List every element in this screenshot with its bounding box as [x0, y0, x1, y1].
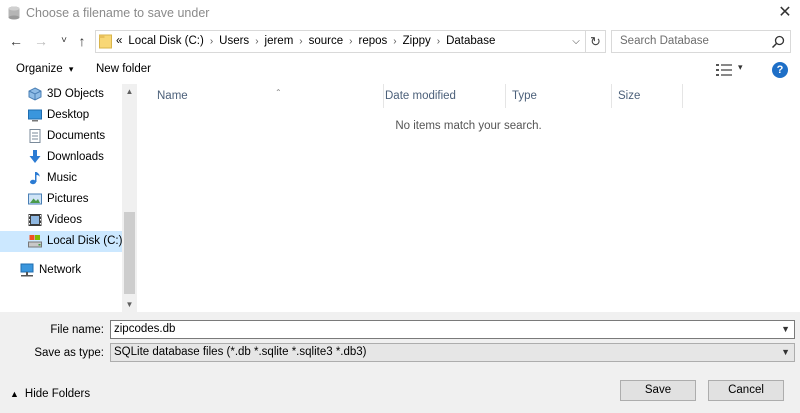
- videos-icon: [28, 214, 42, 226]
- nav-item-label: Music: [47, 172, 78, 184]
- pictures-icon: [28, 193, 42, 205]
- address-row: ← → ˅ ↑ « Local Disk (C:) › Users › jere…: [0, 28, 800, 56]
- organize-label: Organize: [16, 63, 63, 75]
- scroll-up-icon[interactable]: ▲: [122, 84, 137, 99]
- nav-item-label: Pictures: [47, 193, 89, 205]
- network-icon: [20, 263, 34, 277]
- recent-locations-button[interactable]: ˅: [56, 33, 72, 49]
- breadcrumb-item[interactable]: Local Disk (C:): [128, 31, 203, 52]
- chevron-down-icon[interactable]: ⌵: [568, 31, 584, 52]
- nav-item-downloads[interactable]: Downloads: [0, 147, 123, 168]
- search-placeholder: Search Database: [620, 35, 709, 47]
- title-bar: Choose a filename to save under ✕: [0, 0, 800, 28]
- scrollbar-thumb[interactable]: [124, 212, 135, 294]
- music-icon: [30, 172, 40, 185]
- nav-item-documents[interactable]: Documents: [0, 126, 123, 147]
- save-button[interactable]: Save: [620, 380, 696, 401]
- nav-item-label: Videos: [47, 214, 82, 226]
- close-button[interactable]: ✕: [774, 3, 796, 23]
- breadcrumb-item[interactable]: Zippy: [403, 31, 431, 52]
- local-disk-icon: [28, 235, 42, 248]
- chevron-down-icon: ▾: [68, 64, 74, 74]
- command-bar: Organize ▾ New folder ▾ ?: [0, 56, 800, 84]
- save-as-type-label: Save as type:: [34, 347, 104, 359]
- scroll-down-icon[interactable]: ▼: [122, 297, 137, 312]
- new-folder-button[interactable]: New folder: [96, 63, 151, 75]
- hide-folders-label: Hide Folders: [24, 388, 91, 400]
- file-name-field[interactable]: zipcodes.db ▼: [110, 320, 795, 339]
- search-input[interactable]: Search Database: [611, 30, 791, 53]
- column-header-size[interactable]: Size: [612, 84, 683, 108]
- breadcrumb-item[interactable]: source: [309, 31, 344, 52]
- nav-item-label: Desktop: [47, 109, 90, 121]
- database-icon: [8, 6, 20, 20]
- sort-ascending-icon: ⌃: [275, 88, 282, 97]
- chevron-down-icon[interactable]: ▼: [781, 321, 790, 338]
- nav-item-label: Local Disk (C:): [47, 235, 123, 247]
- breadcrumb-separator[interactable]: ›: [299, 31, 302, 52]
- nav-item-local-disk[interactable]: Local Disk (C:): [0, 231, 123, 252]
- nav-item-videos[interactable]: Videos: [0, 210, 123, 231]
- file-name-label: File name:: [50, 324, 104, 336]
- breadcrumb-item[interactable]: repos: [359, 31, 388, 52]
- up-button[interactable]: ↑: [74, 33, 90, 49]
- documents-icon: [29, 129, 41, 143]
- save-as-type-select[interactable]: SQLite database files (*.db *.sqlite *.s…: [110, 343, 795, 362]
- view-options-icon[interactable]: [716, 64, 732, 76]
- folder-icon: [99, 34, 112, 49]
- breadcrumb-item[interactable]: jerem: [265, 31, 294, 52]
- nav-item-pictures[interactable]: Pictures: [0, 189, 123, 210]
- 3d-objects-icon: [28, 87, 42, 101]
- chevron-up-icon: ▲: [10, 389, 19, 399]
- breadcrumb-item[interactable]: Users: [219, 31, 249, 52]
- breadcrumb-separator[interactable]: ›: [255, 31, 258, 52]
- refresh-button[interactable]: ↻: [586, 30, 606, 53]
- breadcrumb-separator[interactable]: ›: [437, 31, 440, 52]
- nav-item-label: Documents: [47, 130, 106, 142]
- downloads-icon: [29, 150, 41, 163]
- organize-button[interactable]: Organize ▾: [16, 63, 73, 75]
- desktop-icon: [28, 109, 42, 122]
- save-as-type-value: SQLite database files (*.db *.sqlite *.s…: [114, 346, 367, 358]
- nav-pane-scrollbar[interactable]: ▲ ▼: [122, 84, 137, 312]
- empty-message: No items match your search.: [395, 120, 542, 132]
- nav-item-network[interactable]: Network: [0, 260, 123, 281]
- address-bar[interactable]: « Local Disk (C:) › Users › jerem › sour…: [95, 30, 586, 53]
- file-name-value: zipcodes.db: [114, 323, 176, 335]
- nav-item-music[interactable]: Music: [0, 168, 123, 189]
- breadcrumb-separator[interactable]: ›: [349, 31, 352, 52]
- column-header-type[interactable]: Type: [506, 84, 612, 108]
- save-form: File name: zipcodes.db ▼ Save as type: S…: [0, 312, 800, 413]
- breadcrumb-item[interactable]: Database: [446, 31, 495, 52]
- nav-item-label: Network: [39, 264, 82, 276]
- back-button[interactable]: ←: [8, 33, 24, 49]
- forward-button[interactable]: →: [33, 33, 49, 49]
- nav-item-3d-objects[interactable]: 3D Objects: [0, 84, 123, 105]
- chevron-down-icon[interactable]: ▾: [738, 62, 743, 73]
- hide-folders-button[interactable]: ▲ Hide Folders: [10, 388, 90, 400]
- breadcrumb-separator[interactable]: ›: [393, 31, 396, 52]
- cancel-button[interactable]: Cancel: [708, 380, 784, 401]
- column-header-name[interactable]: Name ⌃: [151, 84, 384, 108]
- nav-item-desktop[interactable]: Desktop: [0, 105, 123, 126]
- window-title: Choose a filename to save under: [26, 6, 210, 20]
- breadcrumb-separator[interactable]: ›: [210, 31, 213, 52]
- breadcrumb: « Local Disk (C:) › Users › jerem › sour…: [116, 31, 495, 52]
- chevron-down-icon[interactable]: ▼: [781, 344, 790, 361]
- navigation-pane: 3D Objects Desktop Documents Downloads M…: [0, 84, 137, 312]
- column-header-date-modified[interactable]: Date modified: [379, 84, 506, 108]
- help-button[interactable]: ?: [772, 62, 788, 78]
- column-header-label: Name: [157, 90, 188, 102]
- search-icon[interactable]: [770, 34, 786, 50]
- file-list: Name ⌃ Date modified Type Size No items …: [137, 84, 800, 312]
- nav-item-label: 3D Objects: [47, 88, 104, 100]
- breadcrumb-overflow[interactable]: «: [116, 31, 122, 52]
- nav-item-label: Downloads: [47, 151, 104, 163]
